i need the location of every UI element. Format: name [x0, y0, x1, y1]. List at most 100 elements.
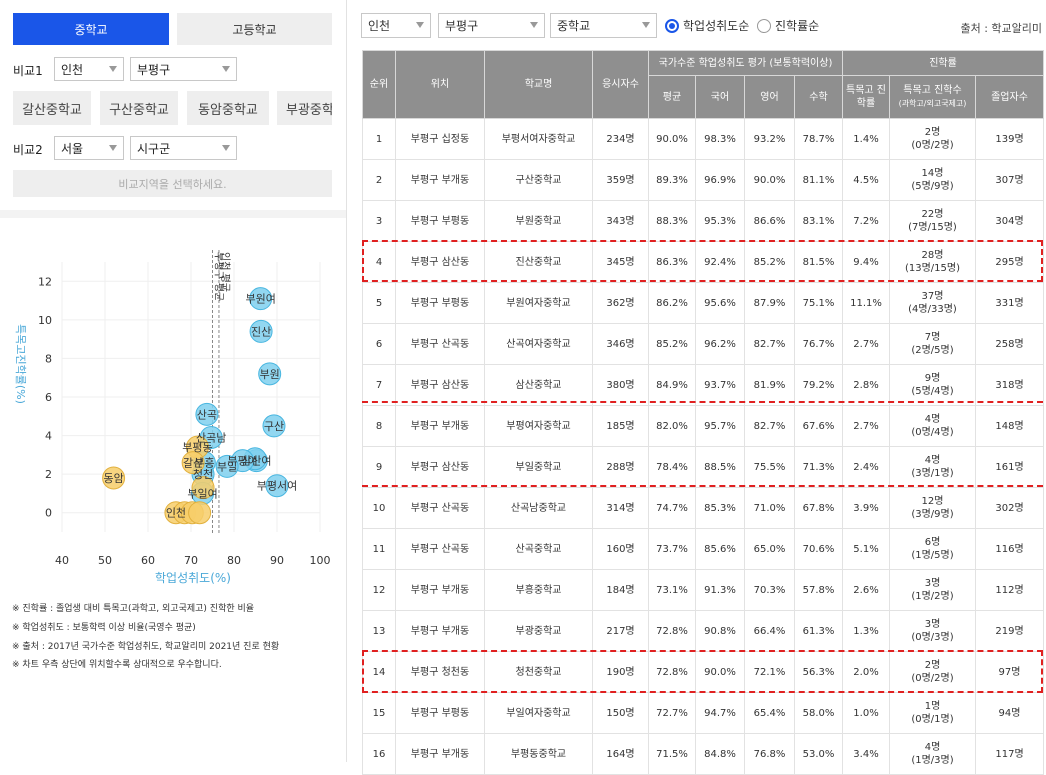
x-tick-label: 40 [55, 554, 69, 567]
cell-eng: 82.7% [744, 405, 795, 447]
cell-grads: 307명 [974, 159, 1045, 201]
cell-eng: 71.0% [744, 487, 795, 529]
cell-math: 81.1% [794, 159, 843, 201]
select-compare-region-button[interactable]: 비교지역을 선택하세요. [13, 170, 332, 197]
table-row[interactable]: 1 부평구 십정동 부평서여자중학교 234명 90.0% 98.3% 93.2% 78.7%… [362, 118, 1045, 160]
table-row[interactable]: 10 부평구 산곡동 산곡남중학교 314명 74.7% 85.3% 71.0% 67.8% 3… [362, 487, 1045, 529]
header-advance: 진학률 [841, 50, 1045, 76]
highlight-line [362, 485, 1043, 487]
cell-name: 산곡여자중학교 [484, 323, 593, 365]
cell-takers: 288명 [592, 446, 649, 488]
cell-takers: 362명 [592, 282, 649, 324]
cell-kor: 90.8% [695, 610, 745, 652]
cell-kor: 96.9% [695, 159, 745, 201]
cell-rank: 15 [362, 692, 396, 734]
note-text: ※ 진학률 : 졸업생 대비 특목고(과학고, 외고국제고) 진학한 비율 [12, 604, 255, 614]
cell-eng: 81.9% [744, 364, 795, 406]
chart-point-label: 진산 [251, 325, 271, 338]
school-chip[interactable]: 구산중학교 [100, 91, 178, 125]
table-row[interactable]: 6 부평구 산곡동 산곡여자중학교 346명 85.2% 96.2% 82.7% 76.7% 2… [362, 323, 1045, 365]
cell-loc: 부평구 부개동 [395, 159, 485, 201]
header-location: 위치 [395, 50, 485, 119]
table-row[interactable]: 15 부평구 부평동 부일여자중학교 150명 72.7% 94.7% 65.4% 58.0%… [362, 692, 1045, 734]
school-chip[interactable]: 부광중학교 [277, 91, 332, 125]
cell-rate: 3.9% [842, 487, 890, 529]
cell-rank: 10 [362, 487, 396, 529]
chart-point-label: 산곡 [197, 408, 217, 421]
sort-by-achievement-radio[interactable]: 학업성취도순 [665, 17, 749, 34]
x-tick-label: 50 [98, 554, 112, 567]
y-tick-label: 0 [45, 507, 52, 520]
cell-grads: 318명 [974, 364, 1045, 406]
school-chip[interactable]: 동암중학교 [187, 91, 269, 125]
cell-takers: 160명 [592, 528, 649, 570]
tab-high-school[interactable]: 고등학교 [177, 13, 332, 45]
cell-cnt: 3명 (1명/2명) [889, 569, 976, 611]
table-row[interactable]: 11 부평구 산곡동 산곡중학교 160명 73.7% 85.6% 65.0% 70.6% 5.… [362, 528, 1045, 570]
table-row[interactable]: 5 부평구 부평동 부원여자중학교 362명 86.2% 95.6% 87.9% 75.1% 1… [362, 282, 1045, 324]
cell-avg: 71.5% [648, 733, 696, 775]
cell-takers: 346명 [592, 323, 649, 365]
cell-takers: 184명 [592, 569, 649, 611]
cell-eng: 70.3% [744, 569, 795, 611]
cell-rank: 3 [362, 200, 396, 242]
header-special-count: 특목고 진학수 (과학고/외고국제고) [889, 75, 976, 119]
sort-by-advance-radio[interactable]: 진학률순 [757, 17, 819, 34]
x-axis-label: 학업성취도(%) [155, 571, 231, 585]
table-row[interactable]: 12 부평구 부개동 부흥중학교 184명 73.1% 91.3% 70.3% 57.8% 2.… [362, 569, 1045, 611]
chart-point-label: 동암 [103, 472, 123, 485]
table-row[interactable]: 9 부평구 삼산동 부일중학교 288명 78.4% 88.5% 75.5% 71.3% 2.4… [362, 446, 1045, 488]
cell-kor: 85.3% [695, 487, 745, 529]
cell-cnt: 4명 (3명/1명) [889, 446, 976, 488]
tab-middle-school[interactable]: 중학교 [13, 13, 169, 45]
table-row[interactable]: 3 부평구 부평동 부원중학교 343명 88.3% 95.3% 86.6% 83.1% 7.2… [362, 200, 1045, 242]
cell-takers: 380명 [592, 364, 649, 406]
cell-takers: 150명 [592, 692, 649, 734]
cell-rank: 1 [362, 118, 396, 160]
school-chip[interactable]: 갈산중학교 [13, 91, 91, 125]
cell-loc: 부평구 삼산동 [395, 364, 485, 406]
cell-avg: 72.7% [648, 692, 696, 734]
cell-grads: 116명 [974, 528, 1045, 570]
cell-name: 부일중학교 [484, 446, 593, 488]
cell-takers: 185명 [592, 405, 649, 447]
compare2-region-select[interactable]: 서울 [54, 136, 124, 160]
region-select[interactable]: 인천 [361, 13, 431, 38]
cell-rate: 1.3% [842, 610, 890, 652]
cell-name: 부광중학교 [484, 610, 593, 652]
cell-cnt: 14명 (5명/9명) [889, 159, 976, 201]
header-math: 수학 [794, 75, 843, 119]
cell-name: 부일여자중학교 [484, 692, 593, 734]
cell-loc: 부평구 산곡동 [395, 487, 485, 529]
note-text: ※ 차트 우측 상단에 위치할수록 상대적으로 우수합니다. [12, 660, 222, 670]
table-row[interactable]: 16 부평구 부개동 부평동중학교 164명 71.5% 84.8% 76.8% 53.0% 3… [362, 733, 1045, 775]
compare1-region-select[interactable]: 인천 [54, 57, 124, 81]
compare2-label: 비교2 [13, 143, 43, 157]
cell-cnt: 37명 (4명/33명) [889, 282, 976, 324]
table-row[interactable]: 13 부평구 부개동 부광중학교 217명 72.8% 90.8% 66.4% 61.3% 1.… [362, 610, 1045, 652]
cell-rate: 2.6% [842, 569, 890, 611]
cell-grads: 258명 [974, 323, 1045, 365]
highlight-line [362, 401, 1043, 403]
table-row[interactable]: 8 부평구 부개동 부평여자중학교 185명 82.0% 95.7% 82.7% 67.6% 2… [362, 405, 1045, 447]
cell-rate: 2.8% [842, 364, 890, 406]
cell-kor: 91.3% [695, 569, 745, 611]
radio-unchecked-icon [757, 18, 771, 33]
cell-rank: 6 [362, 323, 396, 365]
cell-avg: 72.8% [648, 610, 696, 652]
table-row[interactable]: 2 부평구 부개동 구산중학교 359명 89.3% 96.9% 90.0% 81.1% 4.5… [362, 159, 1045, 201]
cell-loc: 부평구 부개동 [395, 405, 485, 447]
cell-grads: 302명 [974, 487, 1045, 529]
table-row[interactable]: 7 부평구 삼산동 삼산중학교 380명 84.9% 93.7% 81.9% 79.2% 2.8… [362, 364, 1045, 406]
cell-cnt: 4명 (0명/4명) [889, 405, 976, 447]
cell-rank: 2 [362, 159, 396, 201]
y-tick-label: 8 [45, 352, 52, 365]
level-select[interactable]: 중학교 [550, 13, 657, 38]
header-school: 학교명 [484, 50, 593, 119]
compare2-district-select[interactable]: 시구군 [130, 136, 237, 160]
cell-name: 부원중학교 [484, 200, 593, 242]
x-tick-label: 90 [270, 554, 284, 567]
x-tick-label: 100 [310, 554, 331, 567]
district-select[interactable]: 부평구 [438, 13, 545, 38]
compare1-district-select[interactable]: 부평구 [130, 57, 237, 81]
